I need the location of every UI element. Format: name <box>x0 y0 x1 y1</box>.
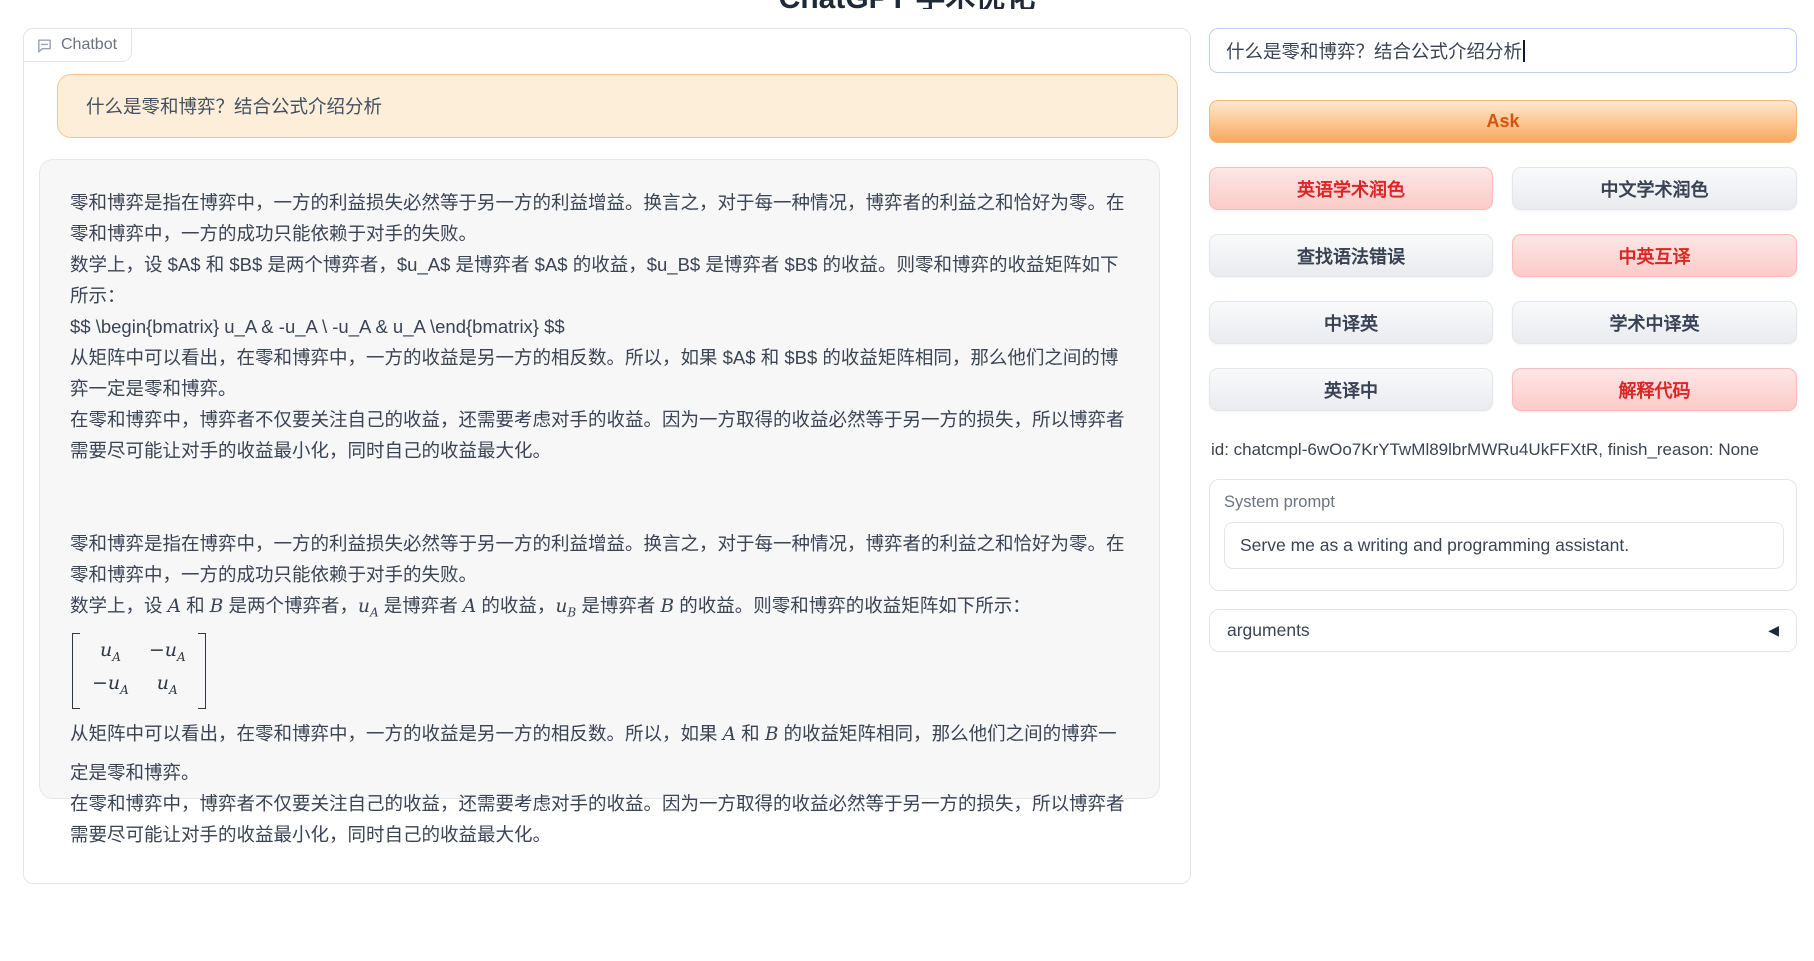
matrix-cell: uA <box>92 638 129 669</box>
action-button-explain-code[interactable]: 解释代码 <box>1512 368 1797 411</box>
action-button-chinese-polish[interactable]: 中文学术润色 <box>1512 167 1797 210</box>
question-input-value: 什么是零和博弈？结合公式介绍分析 <box>1226 38 1522 64</box>
arguments-accordion[interactable]: arguments ◀ <box>1209 609 1797 652</box>
matrix-cell: −uA <box>149 638 186 669</box>
system-prompt-input[interactable]: Serve me as a writing and programming as… <box>1224 522 1784 569</box>
app-page: ChatGPT 学术优化 Chatbot 什么是零和博弈？结合公式介绍分析 零和… <box>0 0 1814 961</box>
bot-paragraph: 在零和博弈中，博弈者不仅要关注自己的收益，还需要考虑对手的收益。因为一方取得的收… <box>70 404 1129 466</box>
action-button-academic-zh-to-en[interactable]: 学术中译英 <box>1512 301 1797 344</box>
bot-latex-source: $$ \begin{bmatrix} u_A & -u_A \ -u_A & u… <box>70 311 1129 342</box>
action-buttons-grid: 英语学术润色 中文学术润色 查找语法错误 中英互译 中译英 学术中译英 英译中 … <box>1209 167 1797 411</box>
bot-paragraph-with-math: 数学上，设 A 和 B 是两个博弈者，uA 是博弈者 A 的收益，uB 是博弈者… <box>70 590 1129 629</box>
matrix-left-bracket <box>72 633 80 710</box>
bot-paragraph: 从矩阵中可以看出，在零和博弈中，一方的收益是另一方的相反数。所以，如果 $A$ … <box>70 342 1129 404</box>
action-button-english-polish[interactable]: 英语学术润色 <box>1209 167 1493 210</box>
control-sidebar: 什么是零和博弈？结合公式介绍分析 Ask 英语学术润色 中文学术润色 查找语法错… <box>1209 28 1797 928</box>
bot-paragraph: 零和博弈是指在博弈中，一方的利益损失必然等于另一方的利益增益。换言之，对于每一种… <box>70 528 1129 590</box>
system-prompt-label: System prompt <box>1224 493 1782 512</box>
bot-message-bubble: 零和博弈是指在博弈中，一方的利益损失必然等于另一方的利益增益。换言之，对于每一种… <box>39 159 1160 799</box>
action-button-zh-en-mutual-translate[interactable]: 中英互译 <box>1512 234 1797 277</box>
chatbot-label: Chatbot <box>23 28 132 62</box>
system-prompt-value: Serve me as a writing and programming as… <box>1240 535 1629 556</box>
user-message-text: 什么是零和博弈？结合公式介绍分析 <box>86 93 382 119</box>
action-button-zh-to-en[interactable]: 中译英 <box>1209 301 1493 344</box>
matrix-cell: uA <box>149 671 186 702</box>
system-prompt-group: System prompt Serve me as a writing and … <box>1209 479 1797 591</box>
bot-paragraph: 零和博弈是指在博弈中，一方的利益损失必然等于另一方的利益增益。换言之，对于每一种… <box>70 187 1129 249</box>
status-line: id: chatcmpl-6wOo7KrYTwMl89lbrMWRu4UkFFX… <box>1211 440 1759 460</box>
arguments-accordion-label: arguments <box>1227 620 1310 641</box>
chatbot-label-text: Chatbot <box>61 36 117 54</box>
chatbot-panel: Chatbot 什么是零和博弈？结合公式介绍分析 零和博弈是指在博弈中，一方的利… <box>23 28 1191 884</box>
matrix-cell: −uA <box>92 671 129 702</box>
ask-button[interactable]: Ask <box>1209 100 1797 143</box>
payoff-matrix: uA −uA −uA uA <box>72 633 206 710</box>
bot-message-rendered: 零和博弈是指在博弈中，一方的利益损失必然等于另一方的利益增益。换言之，对于每一种… <box>70 528 1129 850</box>
matrix-right-bracket <box>198 633 206 710</box>
accordion-collapse-icon: ◀ <box>1768 622 1779 639</box>
chat-bubble-icon <box>36 37 53 54</box>
bot-paragraph: 在零和博弈中，博弈者不仅要关注自己的收益，还需要考虑对手的收益。因为一方取得的收… <box>70 788 1129 850</box>
bot-paragraph-with-math: 从矩阵中可以看出，在零和博弈中，一方的收益是另一方的相反数。所以，如果 A 和 … <box>70 718 1129 788</box>
bot-paragraph: 数学上，设 $A$ 和 $B$ 是两个博弈者，$u_A$ 是博弈者 $A$ 的收… <box>70 249 1129 311</box>
action-button-find-grammar-errors[interactable]: 查找语法错误 <box>1209 234 1493 277</box>
action-button-en-to-zh[interactable]: 英译中 <box>1209 368 1493 411</box>
user-message-bubble: 什么是零和博弈？结合公式介绍分析 <box>57 74 1178 138</box>
bot-message-raw: 零和博弈是指在博弈中，一方的利益损失必然等于另一方的利益增益。换言之，对于每一种… <box>70 187 1129 466</box>
question-input[interactable]: 什么是零和博弈？结合公式介绍分析 <box>1209 28 1797 73</box>
text-caret <box>1523 40 1525 62</box>
page-title-cropped: ChatGPT 学术优化 <box>0 0 1814 9</box>
